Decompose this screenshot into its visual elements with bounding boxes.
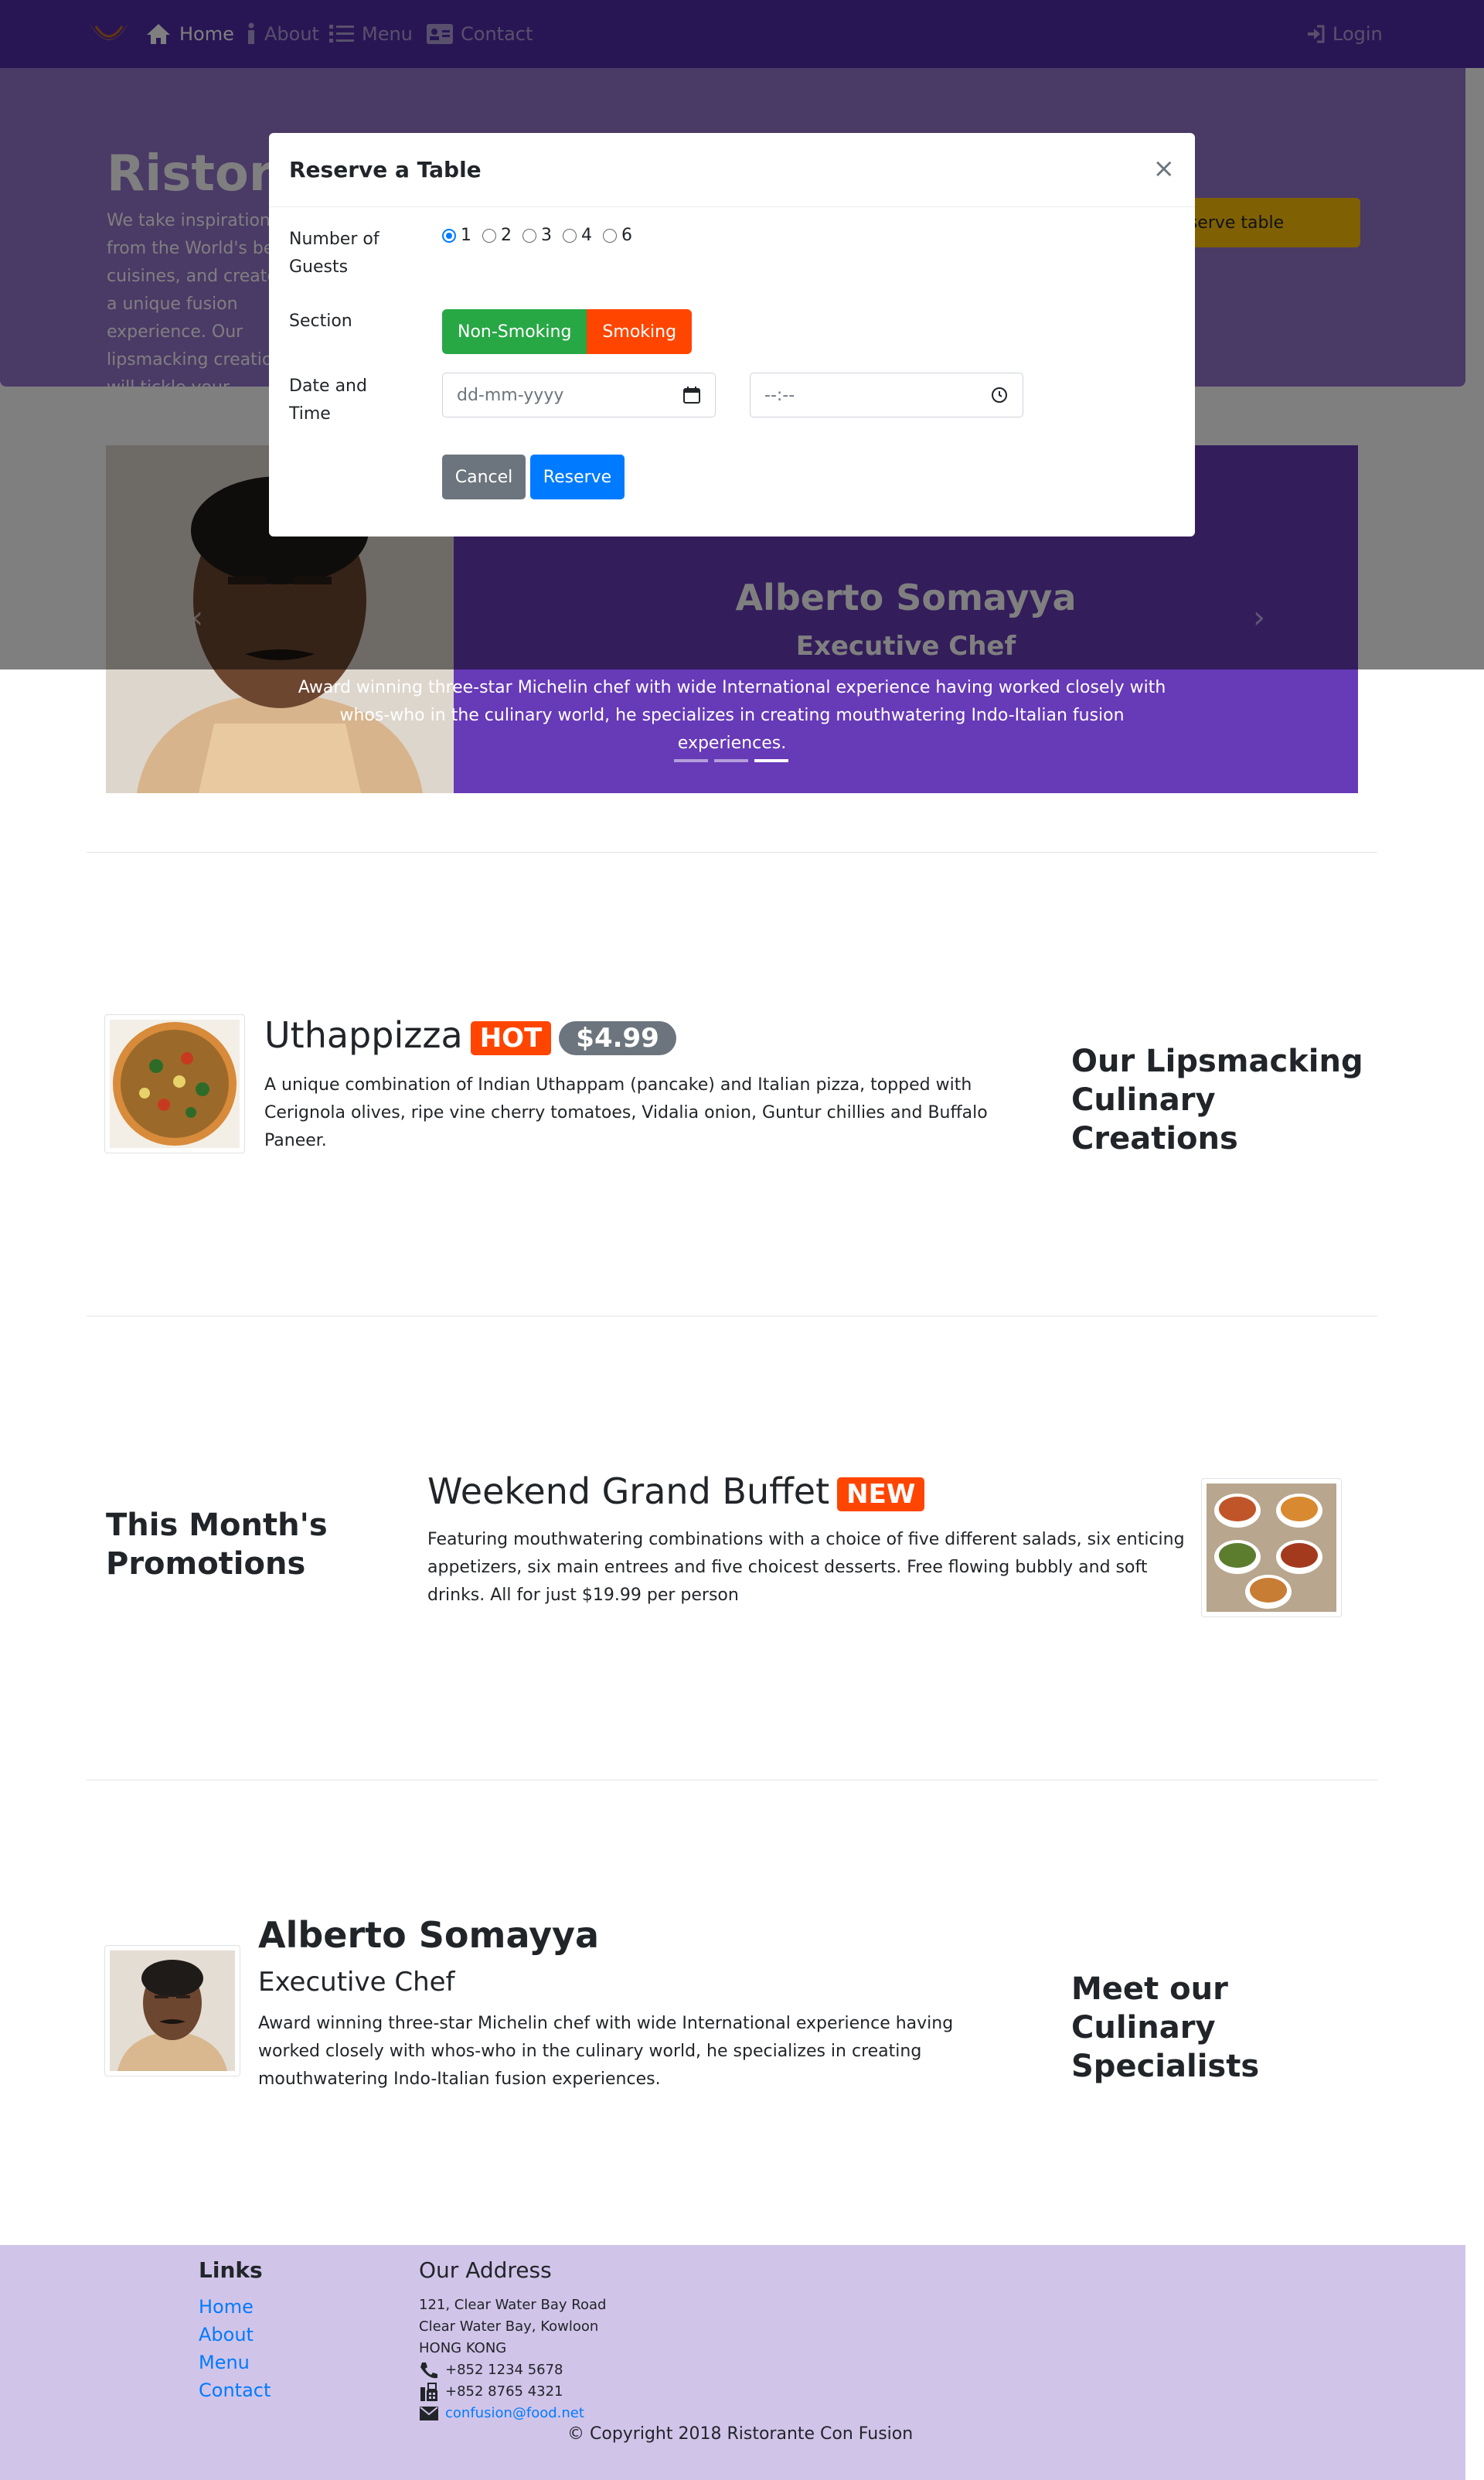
cancel-button[interactable]: Cancel bbox=[442, 455, 526, 499]
leaders-section-heading: Meet our Culinary Specialists bbox=[1071, 1971, 1260, 2084]
dish-heading: Uthappizza HOT $4.99 bbox=[264, 1014, 676, 1056]
footer-link-contact[interactable]: Contact bbox=[199, 2380, 271, 2401]
modal-header: Reserve a Table bbox=[269, 133, 1195, 207]
radio-icon[interactable] bbox=[603, 228, 617, 243]
datetime-label: Date and Time bbox=[289, 376, 367, 424]
carousel-indicator[interactable] bbox=[754, 759, 788, 762]
envelope-icon bbox=[420, 2407, 438, 2420]
leader-image bbox=[104, 1945, 240, 2076]
clock-icon[interactable] bbox=[990, 386, 1009, 404]
guests-option-label: 6 bbox=[621, 226, 632, 245]
carousel-indicator[interactable] bbox=[674, 759, 708, 762]
dish-section-heading: Our Lipsmacking Culinary Creations bbox=[1071, 1044, 1363, 1157]
promotion-description: Featuring mouthwatering combinations wit… bbox=[427, 1530, 1185, 1605]
footer-link-menu[interactable]: Menu bbox=[199, 2352, 250, 2373]
fax-icon bbox=[420, 2383, 437, 2401]
section-label: Section bbox=[289, 312, 352, 331]
guests-radio-group: 1 2 3 4 6 bbox=[442, 226, 632, 245]
footer-address-heading: Our Address bbox=[419, 2257, 552, 2283]
radio-icon[interactable] bbox=[522, 228, 536, 243]
price-badge: $4.99 bbox=[559, 1020, 676, 1055]
carousel-caption: Award winning three-star Michelin chef w… bbox=[298, 678, 1166, 753]
phone-number: +852 1234 5678 bbox=[445, 2362, 563, 2378]
section-divider bbox=[87, 852, 1377, 853]
promotion-heading: Weekend Grand Buffet NEW bbox=[427, 1470, 925, 1512]
guests-option-label: 4 bbox=[581, 226, 592, 245]
carousel-indicator[interactable] bbox=[714, 759, 748, 762]
dish-description: A unique combination of Indian Uthappam … bbox=[264, 1075, 988, 1150]
guests-label: Number of Guests bbox=[289, 230, 380, 277]
footer-fax: +852 8765 4321 bbox=[419, 2381, 563, 2403]
guests-option-6[interactable]: 6 bbox=[603, 226, 632, 245]
radio-icon[interactable] bbox=[482, 228, 496, 243]
radio-icon[interactable] bbox=[563, 228, 577, 243]
promotion-name: Weekend Grand Buffet bbox=[427, 1470, 830, 1512]
carousel-indicators bbox=[674, 759, 788, 762]
footer-email: confusion@food.net bbox=[419, 2403, 584, 2424]
date-input[interactable]: dd-mm-yyyy bbox=[442, 373, 716, 417]
time-placeholder: --:-- bbox=[764, 385, 795, 405]
reserve-table-modal: Reserve a Table × Number of Guests 1 2 3… bbox=[269, 133, 1195, 537]
smoking-button[interactable]: Smoking bbox=[587, 309, 693, 354]
guests-option-label: 3 bbox=[541, 226, 552, 245]
phone-icon bbox=[420, 2362, 437, 2379]
address-line: Clear Water Bay, Kowloon bbox=[419, 2318, 599, 2335]
section-toggle-group: Non-Smoking Smoking bbox=[442, 309, 693, 354]
guests-option-3[interactable]: 3 bbox=[522, 226, 552, 245]
section-divider bbox=[87, 1316, 1377, 1317]
address-line: HONG KONG bbox=[419, 2340, 507, 2356]
modal-title: Reserve a Table bbox=[289, 157, 482, 182]
email-link[interactable]: confusion@food.net bbox=[445, 2403, 584, 2424]
close-icon[interactable]: × bbox=[1153, 153, 1176, 184]
calendar-icon[interactable] bbox=[682, 386, 701, 404]
guests-option-label: 2 bbox=[501, 226, 512, 245]
leader-designation: Executive Chef bbox=[258, 1967, 455, 1998]
footer-links-heading: Links bbox=[199, 2257, 263, 2283]
copyright: © Copyright 2018 Ristorante Con Fusion bbox=[567, 2424, 914, 2444]
leader-name: Alberto Somayya bbox=[258, 1914, 600, 1956]
promotion-section-heading: This Month's Promotions bbox=[106, 1507, 328, 1582]
guests-option-4[interactable]: 4 bbox=[563, 226, 592, 245]
guests-option-1[interactable]: 1 bbox=[442, 226, 471, 245]
address-line: 121, Clear Water Bay Road bbox=[419, 2297, 607, 2313]
non-smoking-button[interactable]: Non-Smoking bbox=[442, 309, 587, 354]
time-input[interactable]: --:-- bbox=[750, 373, 1023, 417]
leader-description: Award winning three-star Michelin chef w… bbox=[258, 2014, 954, 2089]
hot-badge: HOT bbox=[470, 1020, 552, 1055]
promotion-image bbox=[1201, 1478, 1342, 1617]
fax-number: +852 8765 4321 bbox=[445, 2383, 563, 2400]
guests-option-2[interactable]: 2 bbox=[482, 226, 512, 245]
footer-link-home[interactable]: Home bbox=[199, 2296, 254, 2318]
reserve-button[interactable]: Reserve bbox=[530, 455, 625, 499]
dish-image bbox=[104, 1014, 245, 1153]
new-badge: NEW bbox=[837, 1477, 925, 1511]
footer-link-about[interactable]: About bbox=[199, 2324, 254, 2345]
guests-option-label: 1 bbox=[461, 226, 471, 245]
dish-name: Uthappizza bbox=[264, 1014, 463, 1056]
footer-phone: +852 1234 5678 bbox=[419, 2359, 563, 2381]
radio-checked-icon[interactable] bbox=[442, 228, 456, 243]
date-placeholder: dd-mm-yyyy bbox=[457, 385, 564, 405]
